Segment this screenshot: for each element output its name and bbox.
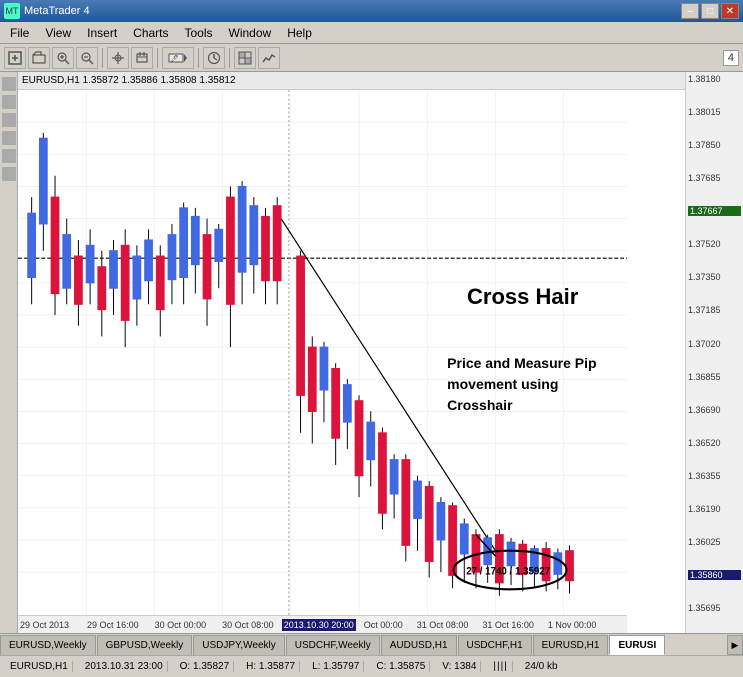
minimize-button[interactable]: – [681,3,699,19]
toolbar-open[interactable] [28,47,50,69]
toolbar-indicators[interactable] [258,47,280,69]
toolbar-draw[interactable]: 🖊 [162,47,194,69]
status-close: C: 1.35875 [372,661,430,672]
toolbar-period[interactable] [131,47,153,69]
toolbar: 🖊 4 [0,44,743,72]
toolbar-sep-4 [229,48,230,68]
title-bar: MT MetaTrader 4 – □ ✕ [0,0,743,22]
title-bar-controls: – □ ✕ [681,3,739,19]
tab-gbpusd-weekly[interactable]: GBPUSD,Weekly [97,635,193,655]
left-toolbar [0,72,18,633]
left-tool-6[interactable] [2,167,16,181]
status-high: H: 1.35877 [242,661,300,672]
chart-last: 1.35812 [199,75,235,86]
tab-usdchf-weekly[interactable]: USDCHF,Weekly [286,635,380,655]
menu-view[interactable]: View [37,24,79,42]
status-low: L: 1.35797 [308,661,364,672]
toolbar-sep-3 [198,48,199,68]
tab-usdjpy-weekly[interactable]: USDJPY,Weekly [193,635,285,655]
menu-window[interactable]: Window [221,24,280,42]
toolbar-zoom-out[interactable] [76,47,98,69]
status-datetime: 2013.10.31 23:00 [81,661,168,672]
menu-insert[interactable]: Insert [79,24,125,42]
toolbar-zoom-in[interactable] [52,47,74,69]
chart-ask2: 1.35808 [160,75,196,86]
chart-header: EURUSD,H1 1.35872 1.35886 1.35808 1.3581… [18,72,685,90]
tab-eurusi[interactable]: EURUSI [609,635,665,655]
tab-usdchf-h1[interactable]: USDCHF,H1 [458,635,532,655]
menu-file[interactable]: File [2,24,37,42]
toolbar-time[interactable] [203,47,225,69]
toolbar-template[interactable] [234,47,256,69]
time-axis: 29 Oct 2013 29 Oct 16:00 30 Oct 00:00 30… [18,615,627,633]
left-tool-2[interactable] [2,95,16,109]
menu-bar: File View Insert Charts Tools Window Hel… [0,22,743,44]
status-bar-icon: |||| [489,661,512,672]
svg-text:🖊: 🖊 [170,55,179,63]
tab-scroll-right[interactable]: ▶ [727,635,743,655]
chart-area: EURUSD,H1 1.35872 1.35886 1.35808 1.3581… [0,72,743,633]
toolbar-right-value: 4 [723,50,739,66]
left-tool-3[interactable] [2,113,16,127]
left-tool-1[interactable] [2,77,16,91]
toolbar-sep-1 [102,48,103,68]
app-icon: MT [4,3,20,19]
status-size: 24/0 kb [521,661,562,672]
menu-help[interactable]: Help [279,24,320,42]
chart-panel: EURUSD,H1 1.35872 1.35886 1.35808 1.3581… [18,72,685,633]
svg-text:27 / 1740 / 1.35927: 27 / 1740 / 1.35927 [466,566,550,578]
title-bar-text: MetaTrader 4 [24,5,90,17]
toolbar-new-chart[interactable] [4,47,26,69]
menu-tools[interactable]: Tools [177,24,221,42]
chart-bid: 1.35872 [83,75,119,86]
status-open: O: 1.35827 [176,661,234,672]
tab-eurusd-weekly[interactable]: EURUSD,Weekly [0,635,96,655]
chart-svg: 27 / 1740 / 1.35927 [18,90,627,615]
tab-eurusd-h1[interactable]: EURUSD,H1 [533,635,609,655]
status-volume: V: 1384 [438,661,481,672]
status-pair: EURUSD,H1 [6,661,73,672]
maximize-button[interactable]: □ [701,3,719,19]
left-tool-4[interactable] [2,131,16,145]
left-tool-5[interactable] [2,149,16,163]
status-bar: EURUSD,H1 2013.10.31 23:00 O: 1.35827 H:… [0,655,743,677]
tab-audusd-h1[interactable]: AUDUSD,H1 [381,635,457,655]
chart-symbol: EURUSD,H1 [22,75,80,86]
chart-ask1: 1.35886 [122,75,158,86]
menu-charts[interactable]: Charts [125,24,176,42]
toolbar-sep-2 [157,48,158,68]
tabs-row: EURUSD,Weekly GBPUSD,Weekly USDJPY,Weekl… [0,633,743,655]
price-axis: 1.38180 1.38015 1.37850 1.37685 1.37667 … [685,72,743,633]
close-button[interactable]: ✕ [721,3,739,19]
toolbar-crosshair[interactable] [107,47,129,69]
